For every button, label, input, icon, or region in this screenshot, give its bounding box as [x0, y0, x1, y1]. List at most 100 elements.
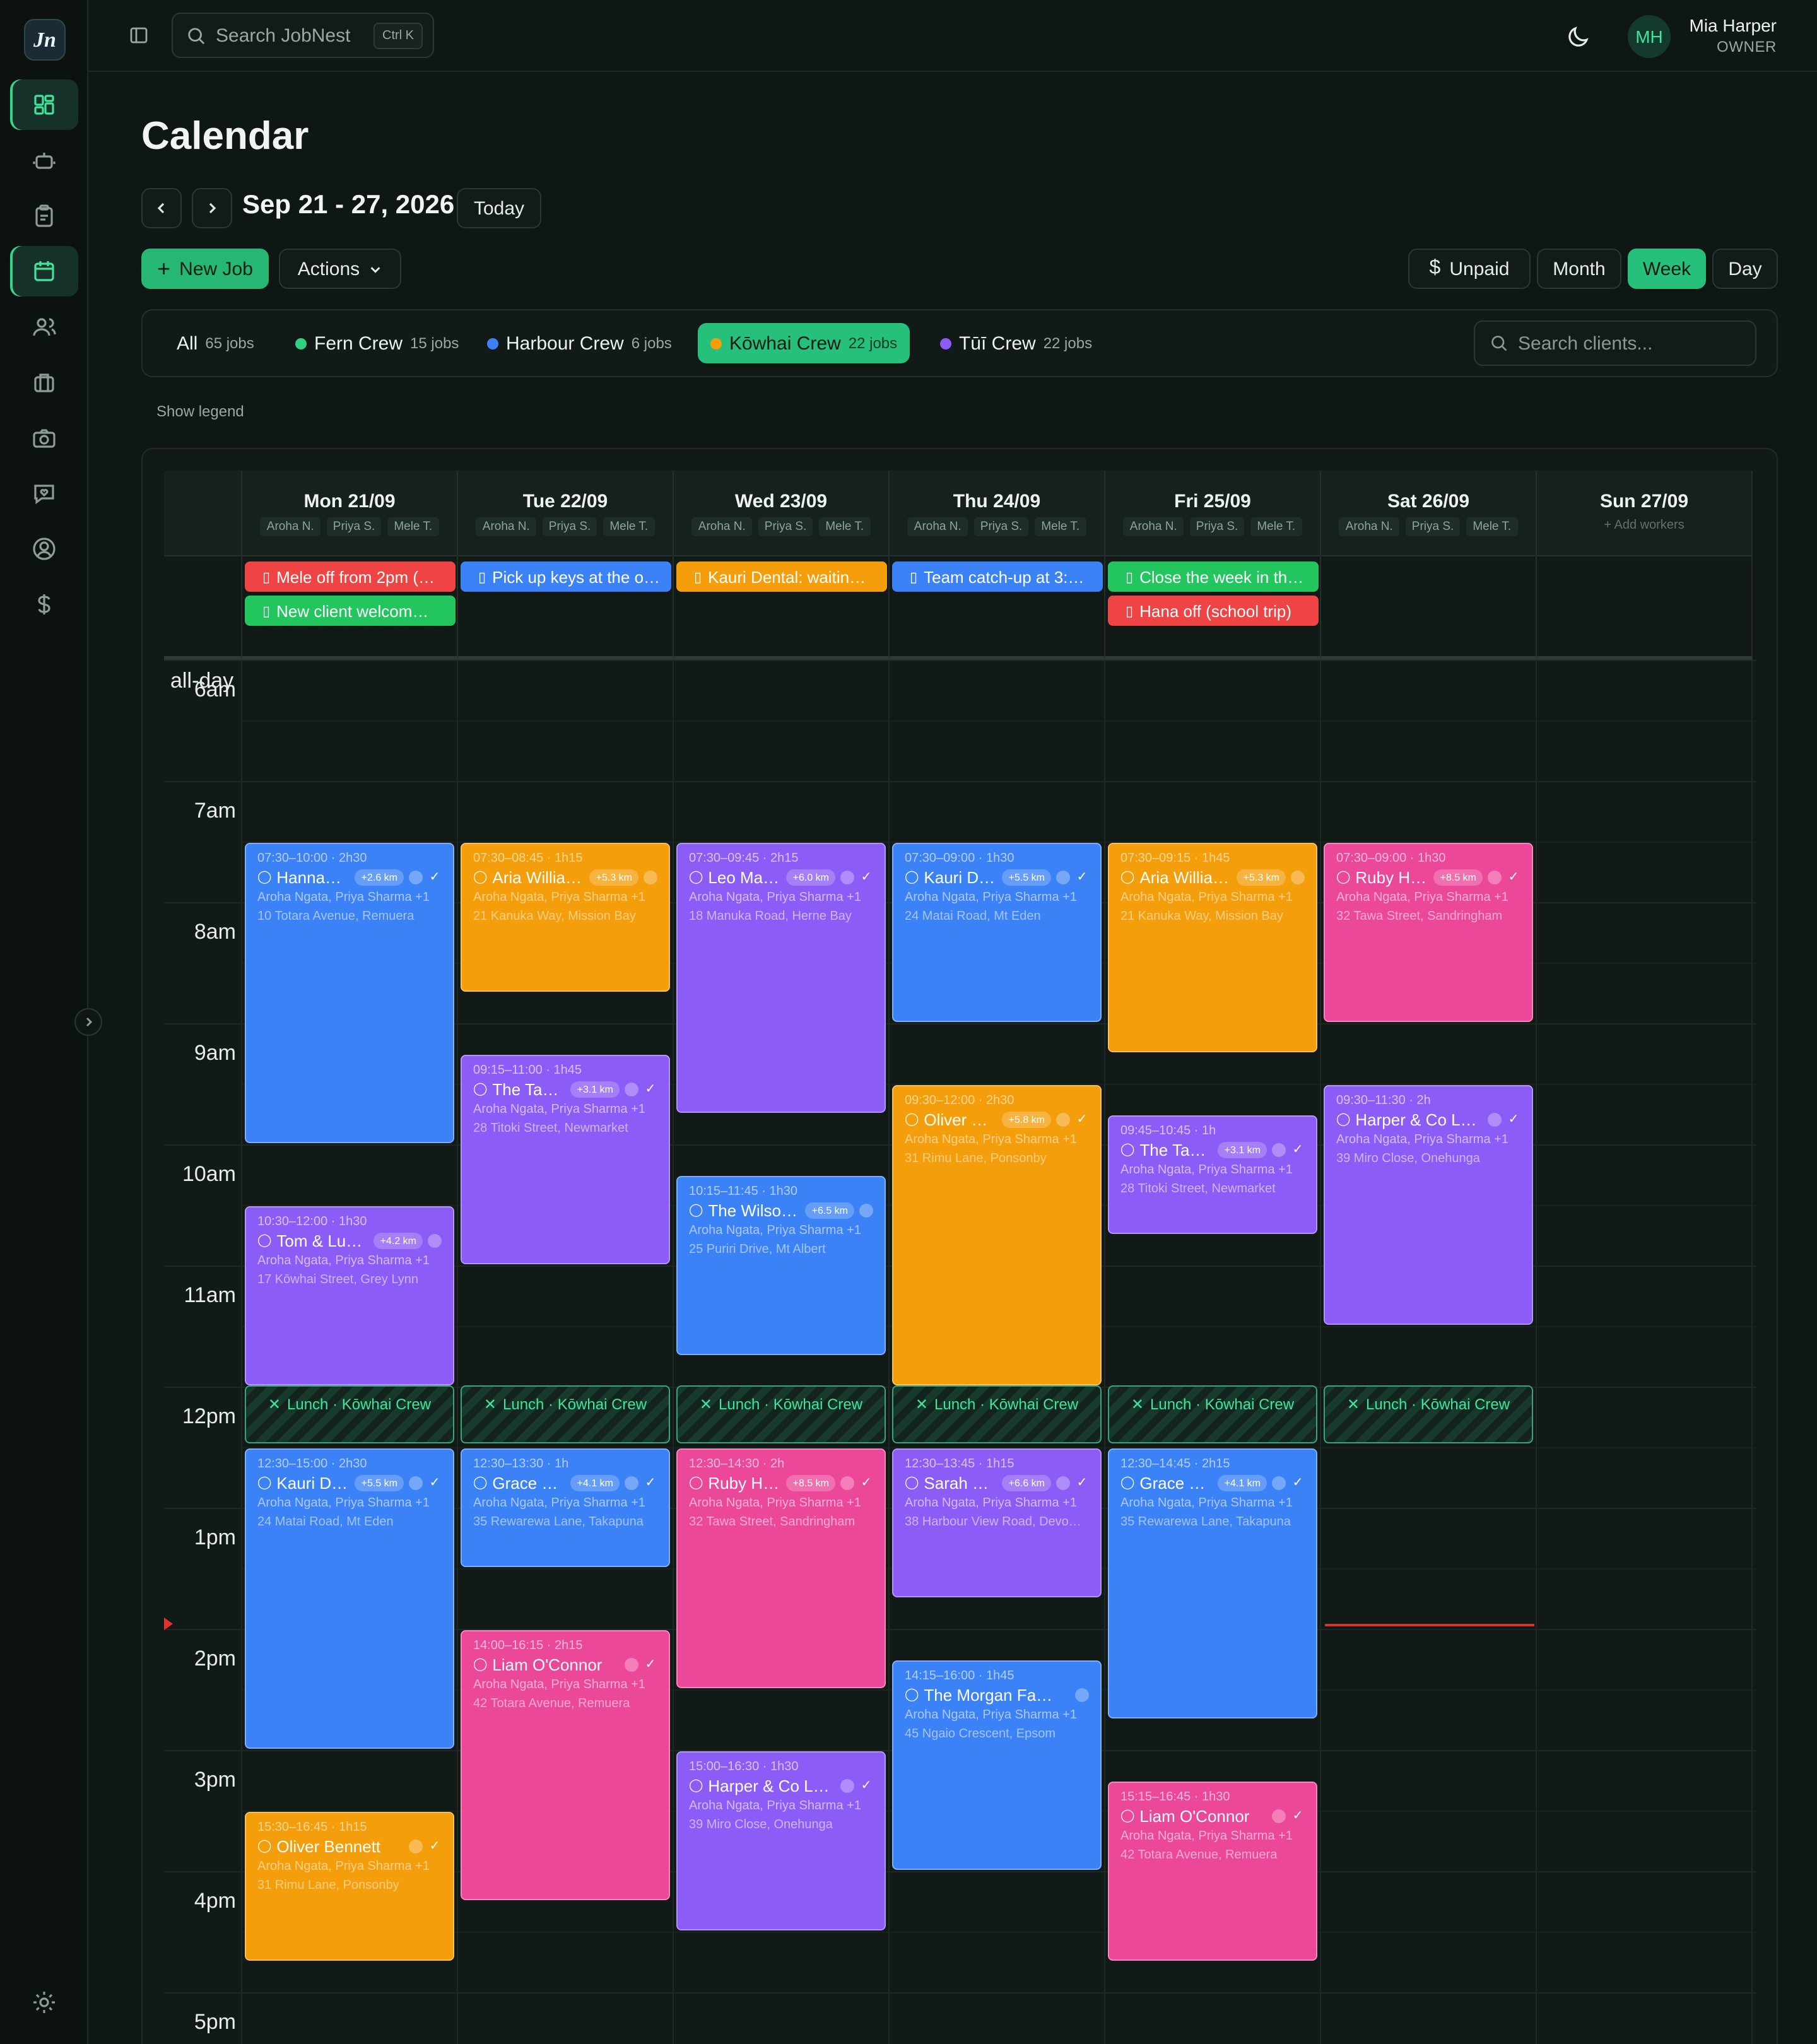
allday-event[interactable]: ▯ New client welcom… — [245, 596, 456, 626]
lunch-block[interactable]: ✕ Lunch · Kōwhai Crew — [1324, 1385, 1533, 1443]
day-header[interactable]: Sun 27/09 + Add workers — [1537, 471, 1753, 556]
worker-chip[interactable]: Mele T. — [1250, 517, 1302, 536]
worker-chip[interactable]: Aroha N. — [476, 517, 536, 536]
worker-chip[interactable]: Aroha N. — [260, 517, 320, 536]
allday-event[interactable]: ▯ Kauri Dental: waitin… — [676, 561, 887, 592]
lunch-block[interactable]: ✕ Lunch · Kōwhai Crew — [461, 1385, 670, 1443]
allday-cell[interactable] — [1321, 556, 1537, 660]
worker-chip[interactable]: Aroha N. — [907, 517, 968, 536]
unpaid-filter-button[interactable]: $ Unpaid — [1408, 249, 1531, 289]
job-event[interactable]: 09:45–10:45 · 1h ◯ The Tan… +3.1 km ✓ Aroha N… — [1108, 1115, 1317, 1234]
robot-icon[interactable] — [10, 135, 78, 185]
job-event[interactable]: 07:30–09:00 · 1h30 ◯ Kauri D… +5.5 km ✓ Aroha… — [892, 843, 1102, 1022]
job-event[interactable]: 14:00–16:15 · 2h15 ◯ Liam O'Connor ✓ Aroha N… — [461, 1630, 670, 1900]
add-workers-link[interactable]: + Add workers — [1537, 519, 1751, 532]
view-month-button[interactable]: Month — [1537, 249, 1621, 289]
day-header[interactable]: Sat 26/09 Aroha N. Priya S. Mele T. — [1321, 471, 1537, 556]
worker-chip[interactable]: Priya S. — [1189, 517, 1245, 536]
day-header[interactable]: Wed 23/09 Aroha N. Priya S. Mele T. — [674, 471, 890, 556]
client-search-input[interactable]: Search clients... — [1474, 320, 1756, 366]
day-header[interactable]: Thu 24/09 Aroha N. Priya S. Mele T. — [890, 471, 1105, 556]
job-event[interactable]: 09:30–11:30 · 2h ◯ Harper & Co La… ✓ Aroha N… — [1324, 1085, 1533, 1325]
allday-event[interactable]: ▯ Mele off from 2pm (… — [245, 561, 456, 592]
user-circle-icon[interactable] — [10, 524, 78, 574]
allday-event[interactable]: ▯ Team catch-up at 3:… — [892, 561, 1103, 592]
settings-gear-icon[interactable] — [10, 1977, 78, 2028]
crew-tab-harbour[interactable]: Harbour Crew 6 jobs — [474, 323, 685, 363]
job-event[interactable]: 09:30–12:00 · 2h30 ◯ Oliver … +5.8 km ✓ Aroha… — [892, 1085, 1102, 1385]
allday-cell[interactable] — [1537, 556, 1753, 660]
lunch-block[interactable]: ✕ Lunch · Kōwhai Crew — [892, 1385, 1102, 1443]
day-header[interactable]: Tue 22/09 Aroha N. Priya S. Mele T. — [458, 471, 674, 556]
new-job-button[interactable]: + New Job — [141, 249, 269, 289]
actions-dropdown[interactable]: Actions — [279, 249, 401, 289]
worker-chip[interactable]: Priya S. — [542, 517, 597, 536]
job-event[interactable]: 07:30–09:15 · 1h45 ◯ Aria Willia… +5.3 km Ar… — [1108, 843, 1317, 1052]
worker-chip[interactable]: Mele T. — [1035, 517, 1086, 536]
worker-chip[interactable]: Mele T. — [387, 517, 439, 536]
job-time: 07:30–08:45 · 1h15 — [473, 852, 583, 866]
prev-week-button[interactable] — [141, 188, 182, 228]
message-heart-icon[interactable] — [10, 468, 78, 519]
job-event[interactable]: 07:30–08:45 · 1h15 ◯ Aria Willia… +5.3 km Ar… — [461, 843, 670, 992]
users-icon[interactable] — [10, 302, 78, 352]
day-header[interactable]: Fri 25/09 Aroha N. Priya S. Mele T. — [1105, 471, 1321, 556]
job-event[interactable]: 07:30–10:00 · 2h30 ◯ Hanna… +2.6 km ✓ Aroha N… — [245, 843, 454, 1143]
job-event[interactable]: 12:30–14:30 · 2h ◯ Ruby H… +8.5 km ✓ Aroha Ng… — [676, 1448, 886, 1688]
day-column-line — [241, 660, 242, 2044]
next-week-button[interactable] — [192, 188, 232, 228]
moon-theme-icon[interactable] — [1565, 23, 1592, 50]
job-event[interactable]: 12:30–15:00 · 2h30 ◯ Kauri D… +5.5 km ✓ Aroha… — [245, 1448, 454, 1749]
worker-chip[interactable]: Priya S. — [758, 517, 813, 536]
global-search[interactable]: Search JobNest Ctrl K — [172, 13, 434, 58]
expand-sidebar-chevron-icon[interactable] — [74, 1008, 102, 1036]
worker-chip[interactable]: Mele T. — [603, 517, 655, 536]
worker-chip[interactable]: Aroha N. — [691, 517, 752, 536]
job-event[interactable]: 10:30–12:00 · 1h30 ◯ Tom & Luc… +4.2 km Aroh… — [245, 1206, 454, 1385]
dollar-icon[interactable] — [10, 579, 78, 630]
view-day-button[interactable]: Day — [1712, 249, 1778, 289]
worker-chip[interactable]: Aroha N. — [1123, 517, 1184, 536]
worker-chip[interactable]: Priya S. — [973, 517, 1029, 536]
crew-tab-all[interactable]: All 65 jobs — [164, 323, 267, 363]
today-button[interactable]: Today — [457, 188, 541, 228]
lunch-block[interactable]: ✕ Lunch · Kōwhai Crew — [676, 1385, 886, 1443]
allday-event[interactable]: ▯ Pick up keys at the o… — [461, 561, 671, 592]
toggle-sidebar-icon[interactable] — [126, 23, 151, 48]
calendar-icon[interactable] — [10, 246, 78, 297]
worker-chip[interactable]: Priya S. — [326, 517, 382, 536]
user-avatar[interactable]: MH — [1628, 15, 1671, 58]
job-event[interactable]: 15:00–16:30 · 1h30 ◯ Harper & Co La… ✓ Aroha… — [676, 1751, 886, 1930]
view-week-button[interactable]: Week — [1628, 249, 1706, 289]
job-event[interactable]: 15:30–16:45 · 1h15 ◯ Oliver Bennett ✓ Aroha … — [245, 1812, 454, 1961]
worker-chip[interactable]: Aroha N. — [1339, 517, 1399, 536]
job-event[interactable]: 10:15–11:45 · 1h30 ◯ The Wilso… +6.5 km Aroh… — [676, 1176, 886, 1355]
job-event[interactable]: 07:30–09:00 · 1h30 ◯ Ruby H… +8.5 km ✓ Aroha … — [1324, 843, 1533, 1022]
dashboard-icon[interactable] — [10, 79, 78, 130]
job-event[interactable]: 12:30–14:45 · 2h15 ◯ Grace … +4.1 km ✓ Aroha … — [1108, 1448, 1317, 1718]
job-event[interactable]: 14:15–16:00 · 1h45 ◯ The Morgan Family Aroh… — [892, 1660, 1102, 1870]
user-info[interactable]: Mia Harper OWNER — [1690, 15, 1777, 56]
worker-chip[interactable]: Mele T. — [819, 517, 871, 536]
lunch-block[interactable]: ✕ Lunch · Kōwhai Crew — [245, 1385, 454, 1443]
crew-tab-kowhai[interactable]: Kōwhai Crew 22 jobs — [698, 323, 910, 363]
job-event[interactable]: 12:30–13:45 · 1h15 ◯ Sarah … +6.6 km ✓ Aroha … — [892, 1448, 1102, 1597]
clipboard-icon[interactable] — [10, 191, 78, 241]
crew-tab-fern[interactable]: Fern Crew 15 jobs — [283, 323, 471, 363]
job-event[interactable]: 09:15–11:00 · 1h45 ◯ The Tan… +3.1 km ✓ Aroha… — [461, 1055, 670, 1264]
app-logo[interactable]: Jn — [24, 19, 66, 61]
crew-tab-tui[interactable]: Tūī Crew 22 jobs — [927, 323, 1105, 363]
lunch-block[interactable]: ✕ Lunch · Kōwhai Crew — [1108, 1385, 1317, 1443]
job-event[interactable]: 07:30–09:45 · 2h15 ◯ Leo Ma… +6.0 km ✓ Aroha … — [676, 843, 886, 1113]
allday-event[interactable]: ▯ Hana off (school trip) — [1108, 596, 1319, 626]
allday-event[interactable]: ▯ Close the week in th… — [1108, 561, 1319, 592]
day-header[interactable]: Mon 21/09 Aroha N. Priya S. Mele T. — [242, 471, 458, 556]
briefcase-icon[interactable] — [10, 357, 78, 408]
day-label: Sun 27/09 — [1599, 491, 1689, 512]
worker-chip[interactable]: Mele T. — [1466, 517, 1518, 536]
worker-chip[interactable]: Priya S. — [1405, 517, 1461, 536]
camera-icon[interactable] — [10, 413, 78, 463]
show-legend-link[interactable]: Show legend — [156, 402, 244, 420]
job-event[interactable]: 12:30–13:30 · 1h ◯ Grace … +4.1 km ✓ Aroha Ng… — [461, 1448, 670, 1567]
job-event[interactable]: 15:15–16:45 · 1h30 ◯ Liam O'Connor ✓ Aroha N… — [1108, 1782, 1317, 1961]
